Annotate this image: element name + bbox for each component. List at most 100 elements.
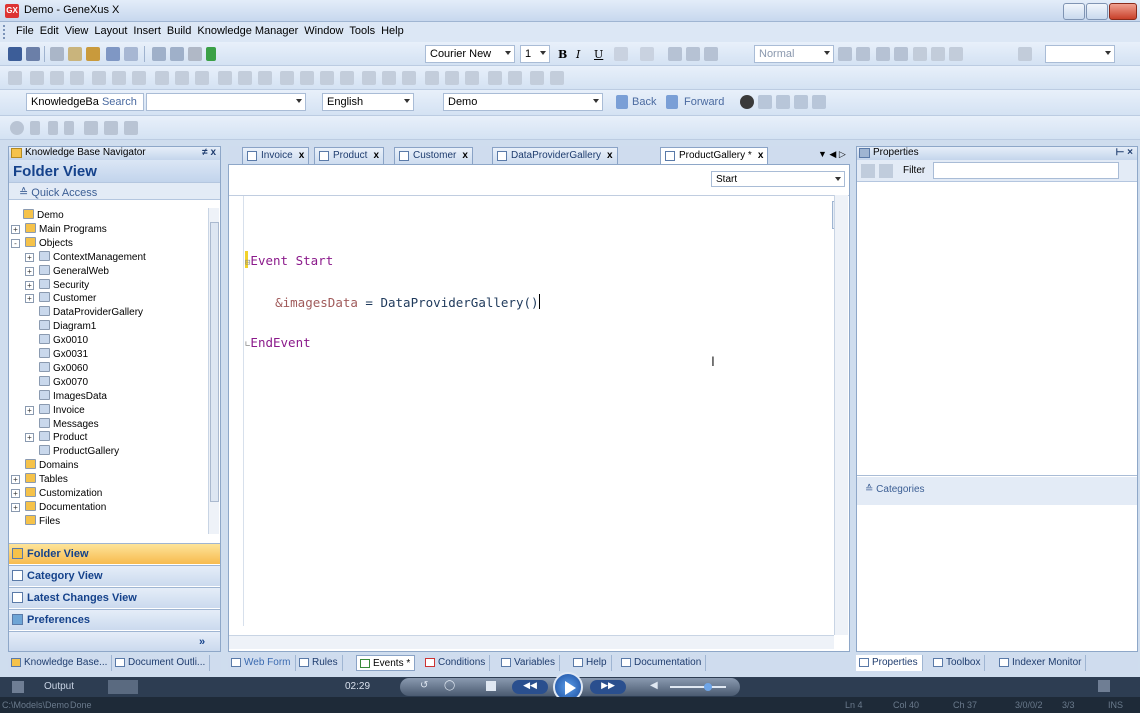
table-col-icon[interactable] bbox=[320, 71, 334, 85]
save-all-icon[interactable] bbox=[26, 47, 40, 61]
preferences-button[interactable]: Preferences bbox=[9, 609, 220, 630]
tree-item-gx0031[interactable]: Gx0031 bbox=[39, 348, 88, 362]
expand-toggle-icon[interactable]: + bbox=[11, 224, 20, 234]
output-toolbar-icon[interactable] bbox=[108, 680, 138, 694]
numbering-icon[interactable] bbox=[856, 47, 870, 61]
search-input[interactable] bbox=[146, 93, 306, 111]
step-over-icon[interactable] bbox=[104, 121, 118, 135]
tree-item-customer[interactable]: Customer bbox=[39, 292, 96, 306]
menu-build[interactable]: Build bbox=[164, 22, 194, 37]
highlight-icon[interactable] bbox=[640, 47, 654, 61]
split-cells-icon[interactable] bbox=[382, 71, 396, 85]
expand-toggle-icon[interactable]: + bbox=[25, 294, 34, 304]
lock-icon[interactable] bbox=[445, 71, 459, 85]
expand-toggle-icon[interactable]: + bbox=[25, 280, 34, 290]
table-insert-icon[interactable] bbox=[280, 71, 294, 85]
same-height-icon[interactable] bbox=[175, 71, 189, 85]
zoom-combo[interactable] bbox=[1045, 45, 1115, 63]
tab-events[interactable]: Events * bbox=[356, 655, 416, 671]
tab-customer[interactable]: Customer x bbox=[394, 147, 473, 164]
tab-properties[interactable]: Properties bbox=[856, 655, 923, 671]
menu-insert[interactable]: Insert bbox=[130, 22, 164, 37]
bullets-icon[interactable] bbox=[838, 47, 852, 61]
history-icon[interactable] bbox=[812, 95, 826, 109]
refresh-icon[interactable] bbox=[794, 95, 808, 109]
output-label[interactable]: Output bbox=[44, 681, 74, 692]
volume-icon[interactable]: ◀ bbox=[650, 680, 658, 691]
step-into-icon[interactable] bbox=[84, 121, 98, 135]
tree-item-generalweb[interactable]: GeneralWeb bbox=[39, 264, 109, 279]
align-tops-icon[interactable] bbox=[92, 71, 106, 85]
menu-window[interactable]: Window bbox=[301, 22, 346, 37]
superscript-icon[interactable] bbox=[949, 47, 963, 61]
align-middles-icon[interactable] bbox=[112, 71, 126, 85]
pin-close-icon[interactable]: ≠ x bbox=[202, 147, 216, 158]
tree-item-productgallery[interactable]: ProductGallery bbox=[39, 445, 119, 459]
menu-help[interactable]: Help bbox=[378, 22, 407, 37]
paste-icon[interactable] bbox=[86, 47, 100, 61]
step-icon[interactable] bbox=[64, 121, 74, 135]
back-button[interactable]: Back bbox=[632, 96, 656, 108]
edit-icon[interactable] bbox=[758, 95, 772, 109]
tree-item-diagram1[interactable]: Diagram1 bbox=[39, 320, 96, 334]
tab-product[interactable]: Product x bbox=[314, 147, 385, 164]
sort-az-icon[interactable] bbox=[879, 164, 893, 178]
menu-file[interactable]: File bbox=[13, 22, 37, 37]
align-right-icon[interactable] bbox=[704, 47, 718, 61]
forward-icon[interactable] bbox=[666, 95, 678, 109]
step-out-icon[interactable] bbox=[124, 121, 138, 135]
snap-icon[interactable] bbox=[465, 71, 479, 85]
build-all-icon[interactable] bbox=[170, 47, 184, 61]
tab-help[interactable]: Help bbox=[570, 655, 612, 671]
power-icon[interactable]: ◯ bbox=[444, 680, 455, 691]
align-center-icon[interactable] bbox=[686, 47, 700, 61]
align-centers-icon[interactable] bbox=[50, 71, 64, 85]
undo-icon[interactable] bbox=[106, 47, 120, 61]
tree-item-gx0070[interactable]: Gx0070 bbox=[39, 375, 88, 390]
tree-item-messages[interactable]: Messages bbox=[39, 417, 99, 432]
fast-forward-icon[interactable]: ▶▶ bbox=[590, 680, 626, 694]
kb-search-combo[interactable]: KnowledgeBa Search bbox=[26, 93, 144, 111]
tree-item-security[interactable]: Security bbox=[39, 278, 89, 293]
tree-item-product[interactable]: Product bbox=[39, 431, 87, 445]
loop-icon[interactable]: ↺ bbox=[420, 680, 428, 691]
folder-view-button[interactable]: Folder View bbox=[9, 543, 220, 564]
maximize-button[interactable] bbox=[1086, 3, 1108, 20]
forward-button[interactable]: Forward bbox=[684, 96, 724, 108]
stop-icon[interactable] bbox=[30, 121, 40, 135]
pause-icon[interactable] bbox=[48, 121, 58, 135]
stop-media-icon[interactable] bbox=[486, 681, 496, 691]
size-combo[interactable]: 1 bbox=[520, 45, 550, 63]
record-icon[interactable] bbox=[10, 121, 24, 135]
tab-invoice[interactable]: Invoice x bbox=[242, 147, 310, 164]
quick-access-toggle[interactable]: ≙ Quick Access bbox=[9, 182, 220, 200]
align-left-icon[interactable] bbox=[668, 47, 682, 61]
outdent-icon[interactable] bbox=[876, 47, 890, 61]
tree-item-contextmanagement[interactable]: ContextManagement bbox=[39, 250, 146, 265]
volume-slider[interactable] bbox=[670, 683, 726, 691]
tab-knowledge-base[interactable]: Knowledge Base... bbox=[8, 655, 113, 671]
panel-menu-icon[interactable] bbox=[1098, 680, 1110, 692]
text-color-icon[interactable] bbox=[614, 47, 628, 61]
filter-input[interactable] bbox=[933, 162, 1119, 179]
tab-dataprovidergallery[interactable]: DataProviderGallery x bbox=[492, 147, 618, 164]
style-combo[interactable]: Normal bbox=[754, 45, 834, 63]
menu-tools[interactable]: Tools bbox=[346, 22, 378, 37]
expand-toggle-icon[interactable]: + bbox=[25, 266, 34, 276]
tab-web-form[interactable]: Web Form bbox=[228, 655, 296, 671]
tree-item-dataprovidergallery[interactable]: DataProviderGallery bbox=[39, 306, 143, 320]
subscript-icon[interactable] bbox=[931, 47, 945, 61]
tree-item-domains[interactable]: Domains bbox=[25, 459, 78, 473]
cell-props-icon[interactable] bbox=[402, 71, 416, 85]
expand-toggle-icon[interactable]: + bbox=[25, 433, 34, 443]
tab-toolbox[interactable]: Toolbox bbox=[930, 655, 986, 671]
save-icon[interactable] bbox=[8, 47, 22, 61]
indent-icon[interactable] bbox=[894, 47, 908, 61]
tab-conditions[interactable]: Conditions bbox=[422, 655, 491, 671]
same-width-icon[interactable] bbox=[155, 71, 169, 85]
back-icon[interactable] bbox=[616, 95, 628, 109]
tree-item-gx0060[interactable]: Gx0060 bbox=[39, 361, 88, 376]
vertical-scrollbar[interactable] bbox=[834, 195, 848, 635]
table-delete-icon[interactable] bbox=[340, 71, 354, 85]
expand-toggle-icon[interactable]: + bbox=[11, 502, 20, 512]
